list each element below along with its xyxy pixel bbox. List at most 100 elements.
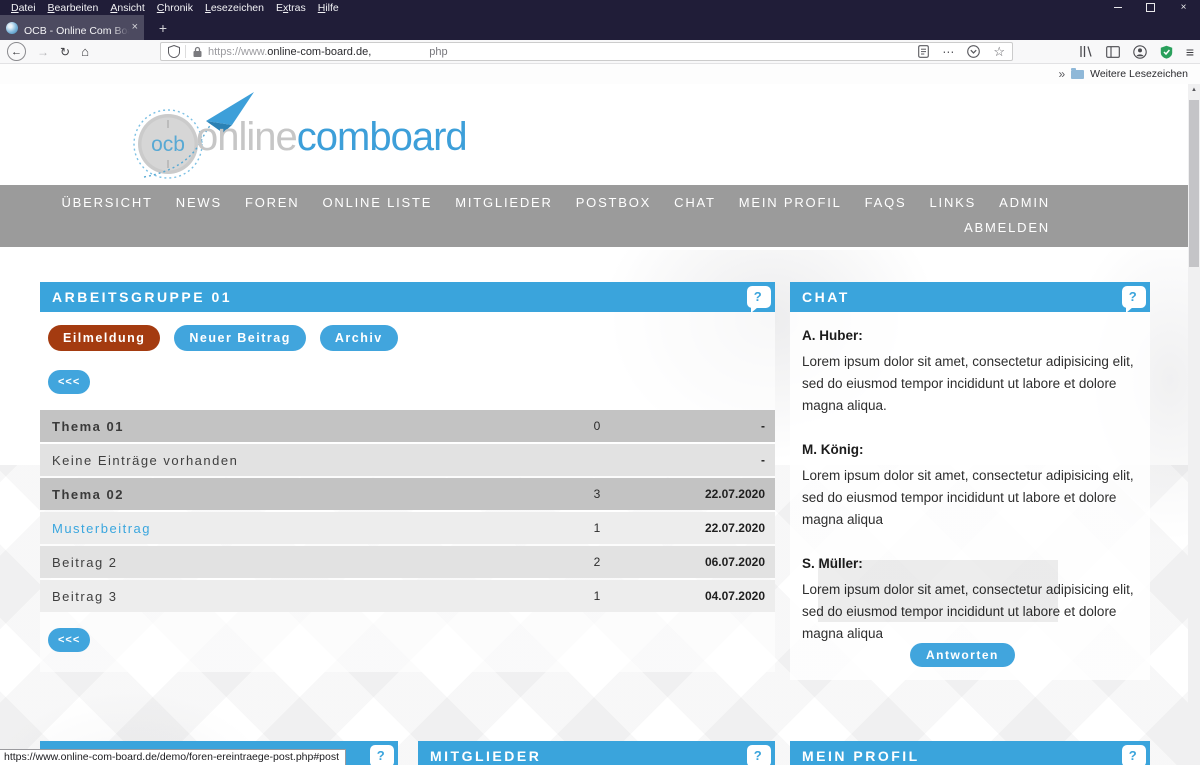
chat-message: M. König: Lorem ipsum dolor sit amet, co…	[802, 442, 1138, 531]
menu-lesezeichen[interactable]: Lesezeichen	[199, 2, 270, 14]
browser-tab[interactable]: OCB - Online Com Board - Kom ×	[0, 15, 144, 40]
chat-message: A. Huber: Lorem ipsum dolor sit amet, co…	[802, 328, 1138, 417]
menu-hilfe[interactable]: Hilfe	[312, 2, 345, 14]
nav-mein-profil[interactable]: MEIN PROFIL	[739, 195, 842, 210]
nav-news[interactable]: NEWS	[176, 195, 222, 210]
reload-button[interactable]: ↻	[60, 45, 70, 59]
minimize-icon	[1114, 7, 1122, 8]
browser-window: { "browser": { "menu": [ {"pre":"","key"…	[0, 0, 1200, 765]
table-row-beitrag-3[interactable]: Beitrag 3 1 04.07.2020	[40, 580, 775, 612]
site-favicon-icon	[6, 22, 18, 34]
home-button[interactable]: ⌂	[81, 44, 89, 59]
nav-postbox[interactable]: POSTBOX	[576, 195, 651, 210]
lock-icon[interactable]	[192, 46, 203, 58]
svg-text:ocb: ocb	[151, 133, 185, 156]
tracking-protection-shield-icon[interactable]	[168, 45, 180, 58]
nav-foren[interactable]: FOREN	[245, 195, 300, 210]
nav-abmelden[interactable]: ABMELDEN	[964, 220, 1050, 235]
chat-panel: CHAT ? A. Huber: Lorem ipsum dolor sit a…	[790, 282, 1150, 680]
mein-profil-title: MEIN PROFIL	[802, 748, 920, 764]
account-icon[interactable]	[1133, 45, 1147, 59]
url-scheme: https://www.	[208, 46, 267, 58]
folder-icon	[1071, 70, 1084, 79]
table-row-musterbeitrag[interactable]: Musterbeitrag 1 22.07.2020	[40, 512, 775, 544]
close-tab-icon[interactable]: ×	[132, 22, 138, 33]
tab-title: OCB - Online Com Board - Kom	[24, 25, 129, 35]
menu-bearbeiten[interactable]: Bearbeiten	[42, 2, 105, 14]
workgroup-panel: ARBEITSGRUPPE 01 ? Eilmeldung Neuer Beit…	[40, 282, 775, 680]
back-icon: ←	[11, 46, 22, 58]
titlebar: Datei Bearbeiten Ansicht Chronik Lesezei…	[0, 0, 1200, 40]
chat-panel-header: CHAT ?	[790, 282, 1150, 312]
eilmeldung-button[interactable]: Eilmeldung	[48, 325, 160, 351]
table-row-empty: Keine Einträge vorhanden -	[40, 444, 775, 476]
page-actions-icon[interactable]: ⋯	[942, 46, 954, 58]
menu-extras[interactable]: Extras	[270, 2, 312, 14]
home-icon: ⌂	[81, 44, 89, 59]
more-bookmarks-button[interactable]: Weitere Lesezeichen	[1090, 68, 1188, 80]
menu-icon[interactable]: ≡	[1186, 45, 1194, 59]
mitglieder-title: MITGLIEDER	[430, 748, 541, 764]
page-content: ocb onlinecomboard ÜBERSICHT NEWS FOREN …	[0, 84, 1188, 765]
menu-datei[interactable]: Datei	[5, 2, 42, 14]
neuer-beitrag-button[interactable]: Neuer Beitrag	[174, 325, 305, 351]
nav-mitglieder[interactable]: MITGLIEDER	[455, 195, 552, 210]
help-button[interactable]: ?	[747, 745, 771, 765]
table-row-beitrag-2[interactable]: Beitrag 2 2 06.07.2020	[40, 546, 775, 578]
chat-messages: A. Huber: Lorem ipsum dolor sit amet, co…	[790, 312, 1150, 680]
nav-links[interactable]: LINKS	[930, 195, 977, 210]
close-window-button[interactable]: ×	[1167, 0, 1200, 15]
scrollbar-thumb[interactable]	[1189, 100, 1199, 267]
library-icon[interactable]	[1079, 45, 1093, 58]
new-tab-button[interactable]: +	[150, 15, 176, 40]
menubar: Datei Bearbeiten Ansicht Chronik Lesezei…	[0, 0, 345, 15]
workgroup-panel-header: ARBEITSGRUPPE 01 ?	[40, 282, 775, 312]
menu-chronik[interactable]: Chronik	[151, 2, 199, 14]
close-icon: ×	[1181, 2, 1187, 13]
scroll-up-icon[interactable]: ▲	[1188, 84, 1200, 97]
pocket-icon[interactable]	[967, 45, 980, 58]
back-link-button-bottom[interactable]: <<<	[48, 628, 90, 652]
url-tail: php	[429, 46, 447, 58]
antworten-button[interactable]: Antworten	[910, 643, 1015, 667]
back-button[interactable]: ←	[7, 42, 26, 61]
bookmarks-bar: » Weitere Lesezeichen	[0, 64, 1200, 84]
site-logo[interactable]: ocb onlinecomboard	[130, 89, 470, 181]
nav-faqs[interactable]: FAQS	[865, 195, 907, 210]
workgroup-title: ARBEITSGRUPPE 01	[52, 289, 232, 305]
maximize-icon	[1146, 3, 1155, 12]
url-domain: online-com-board.de,	[267, 46, 371, 58]
navigation-toolbar: ← → ↻ ⌂ https://www.online-com-board.de,…	[0, 40, 1200, 64]
nav-online-liste[interactable]: ONLINE LISTE	[322, 195, 432, 210]
reader-view-icon[interactable]	[918, 45, 929, 58]
forum-table: Thema 01 0 - Keine Einträge vorhanden - …	[40, 410, 775, 614]
help-button[interactable]: ?	[1122, 286, 1146, 308]
maximize-button[interactable]	[1134, 0, 1167, 15]
forward-button[interactable]: →	[37, 45, 49, 59]
help-button[interactable]: ?	[1122, 745, 1146, 765]
table-row-thema-01[interactable]: Thema 01 0 -	[40, 410, 775, 442]
nav-uebersicht[interactable]: ÜBERSICHT	[61, 195, 152, 210]
nav-admin[interactable]: ADMIN	[999, 195, 1050, 210]
mein-profil-panel-header: MEIN PROFIL ?	[790, 741, 1150, 765]
overflow-chevrons-icon[interactable]: »	[1058, 67, 1065, 81]
urlbar-divider	[185, 45, 186, 58]
sidebar-icon[interactable]	[1106, 46, 1120, 58]
help-button[interactable]: ?	[370, 745, 394, 765]
extension-shield-icon[interactable]	[1160, 45, 1173, 59]
page-scrollbar[interactable]: ▲	[1188, 84, 1200, 765]
back-link-button-top[interactable]: <<<	[48, 370, 90, 394]
window-controls: ×	[1101, 0, 1200, 15]
table-row-thema-02[interactable]: Thema 02 3 22.07.2020	[40, 478, 775, 510]
menu-ansicht[interactable]: Ansicht	[104, 2, 150, 14]
reload-icon: ↻	[60, 45, 70, 59]
help-button[interactable]: ?	[747, 286, 771, 308]
bookmark-star-icon[interactable]: ☆	[993, 45, 1005, 58]
forward-icon: →	[37, 45, 49, 59]
minimize-button[interactable]	[1101, 0, 1134, 15]
chat-input[interactable]	[818, 560, 1058, 622]
archiv-button[interactable]: Archiv	[320, 325, 398, 351]
main-navigation: ÜBERSICHT NEWS FOREN ONLINE LISTE MITGLI…	[0, 185, 1188, 247]
url-bar[interactable]: https://www.online-com-board.de, php ⋯ ☆	[160, 42, 1013, 61]
nav-chat[interactable]: CHAT	[674, 195, 716, 210]
